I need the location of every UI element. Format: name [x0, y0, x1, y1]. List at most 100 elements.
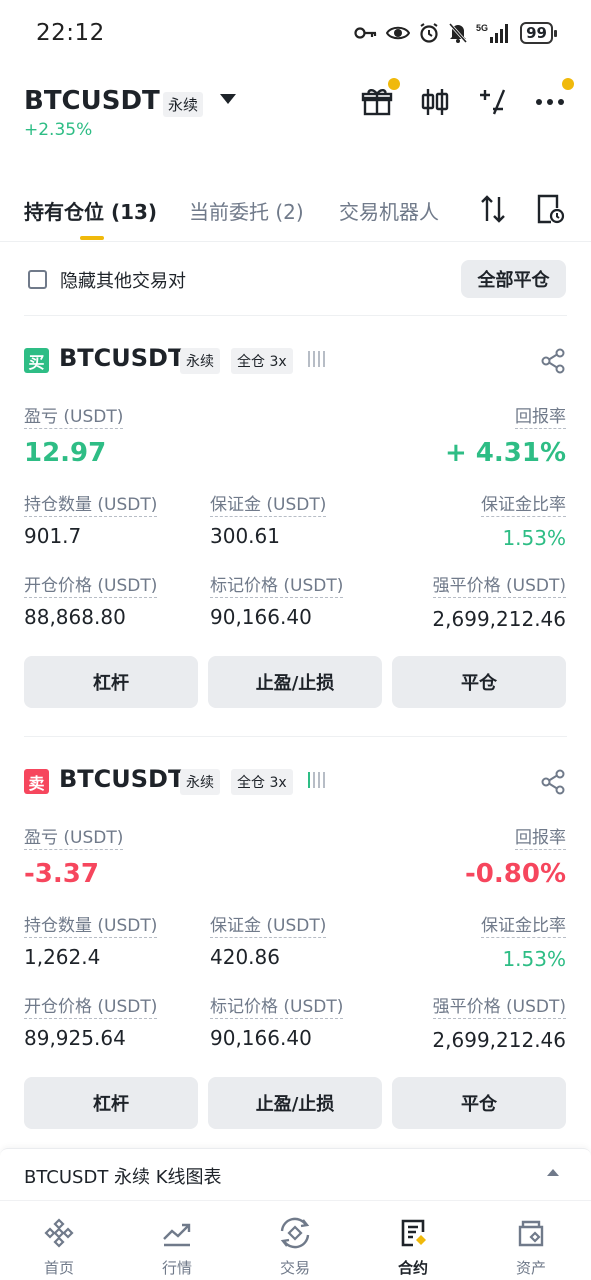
signal-5g-icon: 5G [476, 22, 512, 44]
notification-dot [388, 78, 400, 90]
futures-icon [395, 1215, 431, 1251]
close-position-button[interactable]: 平仓 [392, 1077, 566, 1129]
margin-label: 保证金 (USDT) [210, 490, 327, 517]
entry-price-label: 开仓价格 (USDT) [24, 992, 158, 1019]
margin-ratio-label: 保证金比率 [481, 911, 566, 938]
contract-tag: 永续 [180, 769, 220, 795]
sort-icon[interactable] [477, 192, 509, 226]
position-symbol[interactable]: BTCUSDT [59, 765, 184, 793]
pnl-value: -3.37 [24, 859, 99, 889]
entry-price-value: 88,868.80 [24, 605, 126, 629]
close-position-button[interactable]: 平仓 [392, 656, 566, 708]
active-tab-indicator [80, 236, 104, 240]
mark-price-label: 标记价格 (USDT) [210, 571, 344, 598]
mark-price-label: 标记价格 (USDT) [210, 992, 344, 1019]
nav-label: 资产 [515, 1259, 546, 1277]
tab-open-orders[interactable]: 当前委托 (2) [189, 196, 304, 225]
chevron-up-icon[interactable] [547, 1169, 559, 1176]
liq-price-value: 2,699,212.46 [432, 1028, 566, 1052]
home-icon [41, 1215, 77, 1251]
margin-mode-tag: 全仓 3x [231, 348, 293, 374]
markets-icon [159, 1215, 195, 1251]
divider [24, 736, 567, 737]
close-all-button[interactable]: 全部平仓 [461, 260, 566, 298]
liq-price-label: 强平价格 (USDT) [432, 992, 566, 1019]
nav-label: 合约 [397, 1259, 428, 1277]
roe-label: 回报率 [515, 402, 566, 429]
gift-icon[interactable] [359, 84, 395, 120]
tab-trading-bots[interactable]: 交易机器人 [339, 196, 439, 225]
calculator-icon[interactable] [474, 84, 510, 120]
kline-chart-label: BTCUSDT 永续 K线图表 [24, 1167, 222, 1188]
header: BTCUSDT 永续 +2.35% [0, 72, 591, 152]
nav-label: 行情 [161, 1259, 192, 1277]
size-value: 1,262.4 [24, 945, 101, 969]
roe-label: 回报率 [515, 823, 566, 850]
tab-positions[interactable]: 持有仓位 (13) [24, 196, 157, 225]
wallet-icon [513, 1215, 549, 1251]
size-label: 持仓数量 (USDT) [24, 490, 158, 517]
contract-tag: 永续 [180, 348, 220, 374]
nav-home[interactable]: 首页 [19, 1207, 99, 1279]
pnl-label: 盈亏 (USDT) [24, 823, 124, 850]
size-label: 持仓数量 (USDT) [24, 911, 158, 938]
mark-price-value: 90,166.40 [210, 605, 312, 629]
notification-dot [562, 78, 574, 90]
symbol-title[interactable]: BTCUSDT [24, 86, 160, 116]
battery-icon: 99 [520, 22, 557, 44]
position-card: 买 BTCUSDT 永续 全仓 3x 盈亏 (USDT) 回报率 12.97 +… [0, 320, 591, 710]
candlestick-icon[interactable] [417, 84, 453, 120]
eye-icon [386, 24, 411, 42]
signal-bars-icon [308, 350, 325, 367]
more-icon[interactable] [532, 84, 568, 120]
margin-mode-tag: 全仓 3x [231, 769, 293, 795]
nav-futures[interactable]: 合约 [373, 1207, 453, 1279]
entry-price-label: 开仓价格 (USDT) [24, 571, 158, 598]
tp-sl-button[interactable]: 止盈/止损 [208, 656, 382, 708]
roe-value: -0.80% [465, 859, 566, 889]
position-symbol[interactable]: BTCUSDT [59, 344, 184, 372]
status-time: 22:12 [36, 20, 105, 46]
key-icon [354, 26, 378, 40]
leverage-button[interactable]: 杠杆 [24, 1077, 198, 1129]
filter-row: 隐藏其他交易对 全部平仓 [0, 242, 591, 316]
bottom-nav: 首页 行情 交易 合约 资产 [0, 1200, 591, 1280]
contract-tag: 永续 [163, 92, 204, 117]
nav-label: 首页 [43, 1259, 74, 1277]
nav-markets[interactable]: 行情 [137, 1207, 217, 1279]
nav-trade[interactable]: 交易 [255, 1207, 335, 1279]
tp-sl-button[interactable]: 止盈/止损 [208, 1077, 382, 1129]
hide-other-pairs-label[interactable]: 隐藏其他交易对 [60, 267, 186, 293]
kline-chart-bar[interactable]: BTCUSDT 永续 K线图表 [0, 1148, 591, 1200]
chevron-down-icon[interactable] [220, 94, 236, 104]
nav-assets[interactable]: 资产 [491, 1207, 571, 1279]
mark-price-value: 90,166.40 [210, 1026, 312, 1050]
entry-price-value: 89,925.64 [24, 1026, 126, 1050]
order-history-icon[interactable] [534, 192, 566, 226]
divider [24, 315, 567, 316]
margin-value: 420.86 [210, 945, 280, 969]
side-badge-buy: 买 [24, 348, 49, 373]
leverage-button[interactable]: 杠杆 [24, 656, 198, 708]
margin-ratio-label: 保证金比率 [481, 490, 566, 517]
svg-text:5G: 5G [476, 23, 488, 33]
nav-label: 交易 [279, 1259, 310, 1277]
mute-icon [448, 22, 468, 44]
roe-value: + 4.31% [444, 438, 566, 468]
price-change: +2.35% [24, 120, 93, 140]
liq-price-label: 强平价格 (USDT) [432, 571, 566, 598]
status-icons: 5G 99 [354, 20, 557, 46]
signal-bars-icon [308, 771, 325, 788]
size-value: 901.7 [24, 524, 82, 548]
margin-ratio-value: 1.53% [502, 526, 566, 550]
margin-ratio-value: 1.53% [502, 947, 566, 971]
trade-icon [277, 1215, 313, 1251]
status-bar: 22:12 5G 99 [0, 0, 591, 68]
share-icon[interactable] [540, 769, 566, 795]
pnl-label: 盈亏 (USDT) [24, 402, 124, 429]
liq-price-value: 2,699,212.46 [432, 607, 566, 631]
hide-other-pairs-checkbox[interactable] [28, 270, 47, 289]
share-icon[interactable] [540, 348, 566, 374]
position-tabs: 持有仓位 (13) 当前委托 (2) 交易机器人 [0, 180, 591, 242]
margin-label: 保证金 (USDT) [210, 911, 327, 938]
